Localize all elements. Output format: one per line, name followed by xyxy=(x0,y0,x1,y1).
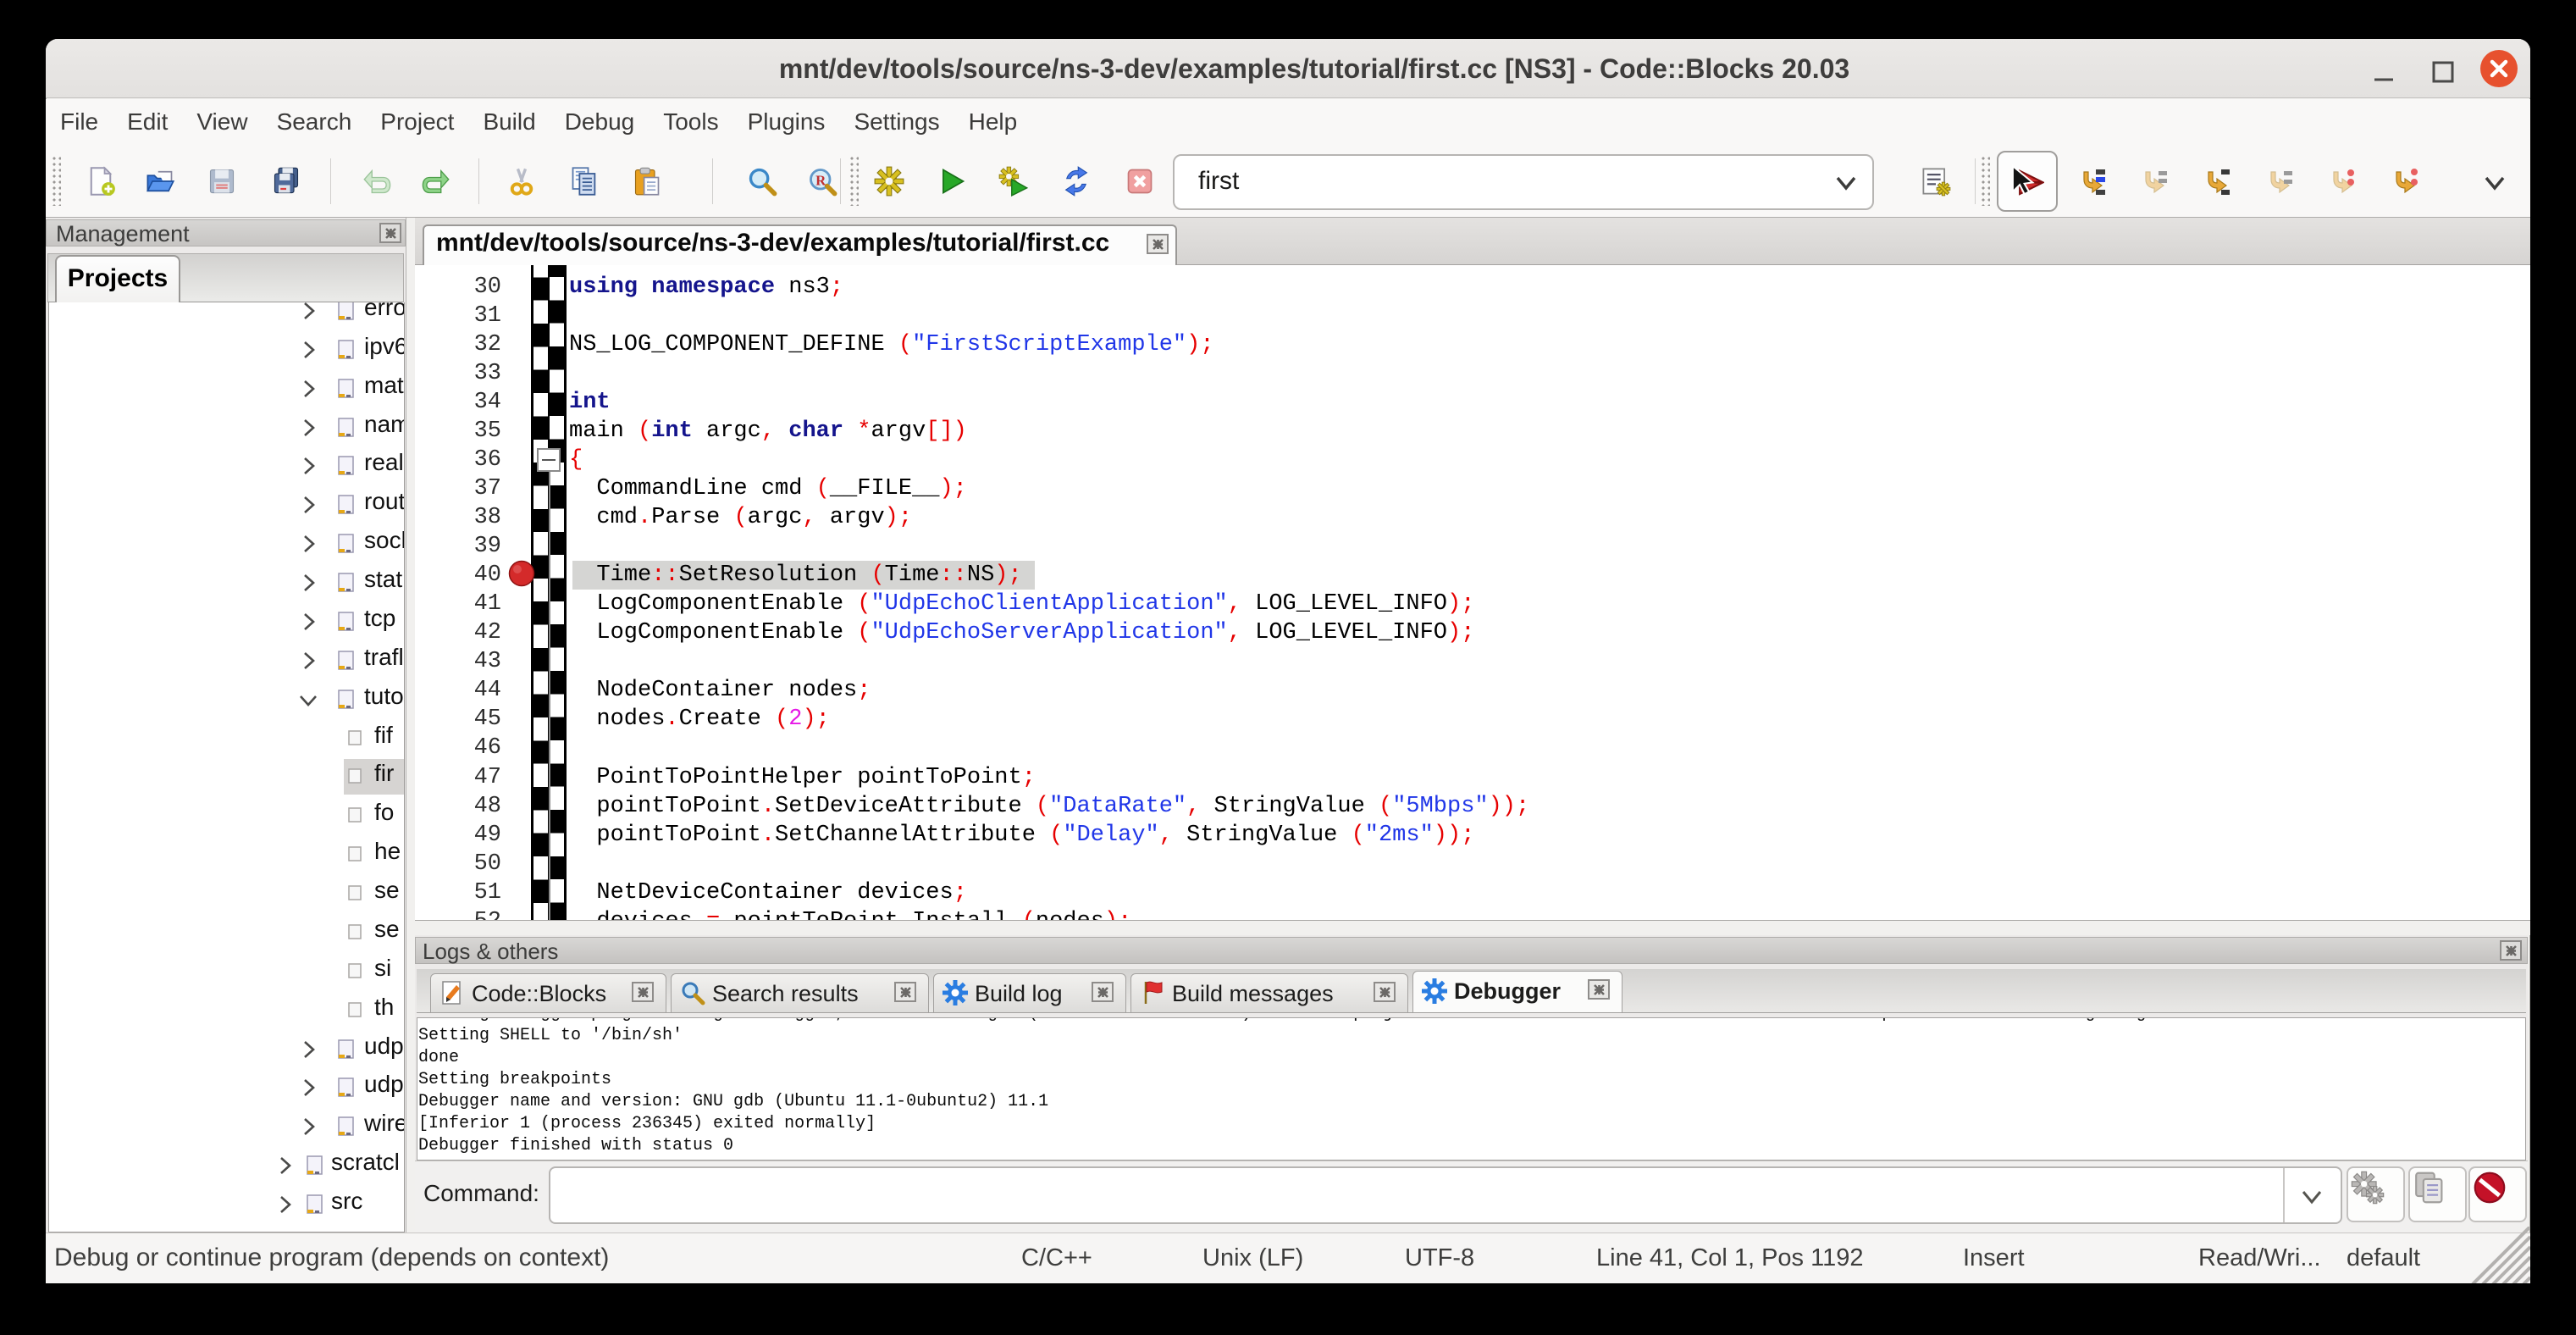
svg-text:R: R xyxy=(815,173,826,189)
